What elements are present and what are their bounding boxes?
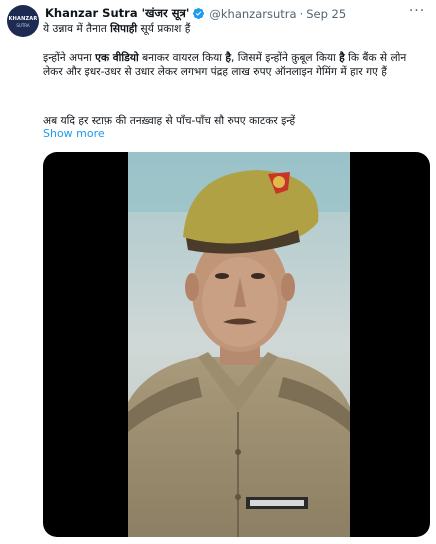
tweet-text-paragraph: इन्होंने अपना एक वीडियो बनाकर वायरल किया…	[43, 51, 428, 79]
line2-part-c: , जिसमें इन्होंने क़ुबूल किया	[231, 52, 340, 64]
line2-part-a: इन्होंने अपना	[43, 52, 96, 64]
more-options-button[interactable]: ···	[406, 3, 428, 19]
avatar-logo-text: KHANZAR	[8, 16, 38, 22]
verified-badge-icon	[192, 7, 205, 20]
line1-text: ये उन्नाव में तैनात	[43, 23, 111, 35]
ellipsis-icon: ···	[408, 3, 426, 19]
author-name[interactable]: Khanzar Sutra 'खंजर सूत्र'	[45, 6, 189, 21]
avatar-logo-subtext: SUTRA	[16, 23, 30, 28]
separator-dot: ·	[299, 6, 304, 21]
tweet: KHANZAR SUTRA Khanzar Sutra 'खंजर सूत्र'…	[0, 0, 436, 544]
tweet-text-line1: ये उन्नाव में तैनात सिपाही सूर्य प्रकाश …	[43, 22, 428, 36]
line2-bold-1: एक वीडियो	[95, 52, 139, 64]
line2-part-b: बनाकर वायरल किया	[138, 52, 226, 64]
line1-bold: सिपाही	[110, 23, 138, 35]
author-handle[interactable]: @khanzarsutra	[209, 7, 296, 21]
line1-tail: सूर्य प्रकाश हैं	[137, 23, 191, 35]
tweet-date[interactable]: Sep 25	[306, 7, 346, 21]
avatar[interactable]: KHANZAR SUTRA	[7, 5, 39, 37]
video-thumbnail-image	[128, 152, 350, 537]
tweet-text-line3: अब यदि हर स्टाफ़ की तनख़्वाह से पाँच-पाँ…	[43, 115, 296, 127]
show-more-link[interactable]: Show more	[43, 127, 105, 140]
video-frame[interactable]	[128, 152, 350, 537]
tweet-header: Khanzar Sutra 'खंजर सूत्र' @khanzarsutra…	[45, 5, 346, 22]
video-player[interactable]	[43, 152, 430, 537]
